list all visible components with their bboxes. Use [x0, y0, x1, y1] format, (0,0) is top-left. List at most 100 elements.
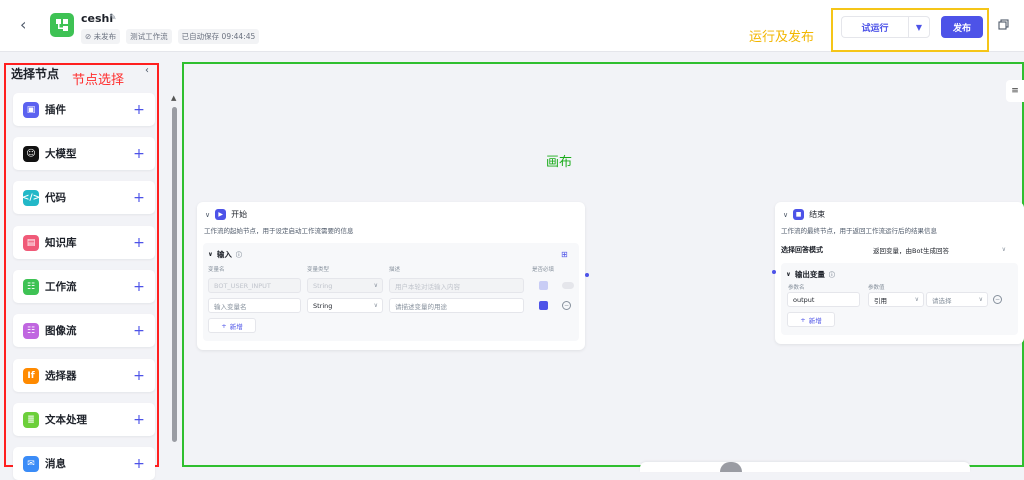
sidebar-item-plugin[interactable]: ▣ 插件 +: [13, 93, 155, 126]
sidebar-item-llm[interactable]: ☺ 大模型 +: [13, 137, 155, 170]
sidebar-item-label: 消息: [45, 458, 66, 470]
try-run-button[interactable]: 试运行: [841, 16, 908, 38]
param-ref-select[interactable]: 引用 ∨: [868, 292, 924, 307]
sidebar-item-imageflow[interactable]: ☷ 图像流 +: [13, 314, 155, 347]
publish-button[interactable]: 发布: [941, 16, 983, 38]
answer-mode-value: 返回变量，由Bot生成回答: [873, 246, 949, 255]
message-icon: ✉: [23, 455, 39, 472]
add-input-button[interactable]: + 新增: [208, 318, 256, 333]
required-checkbox: [539, 281, 548, 290]
add-variable-icon[interactable]: ⊞: [561, 250, 568, 259]
remove-icon[interactable]: −: [562, 301, 571, 310]
sidebar-item-workflow[interactable]: ☷ 工作流 +: [13, 270, 155, 303]
variable-name-input[interactable]: 输入变量名: [208, 298, 301, 313]
chevron-down-icon: ∨: [978, 296, 983, 303]
add-icon[interactable]: +: [129, 279, 149, 295]
sidebar-item-knowledge[interactable]: ▤ 知识库 +: [13, 226, 155, 259]
end-node-header: ∨ ■ 结束: [783, 209, 825, 220]
answer-mode-select[interactable]: 返回变量，由Bot生成回答 ∨: [868, 242, 1010, 257]
start-icon: ▶: [215, 209, 227, 220]
workflow-icon: [50, 13, 74, 37]
meta-row: ⊘ 未发布 测试工作流 已自动保存 09:44:45: [81, 29, 260, 44]
caret-down-icon: ▼: [915, 22, 923, 32]
input-panel-title: ∨ 输入 ⓘ: [208, 249, 242, 260]
output-port[interactable]: [585, 273, 589, 277]
variable-name-field: BOT_USER_INPUT: [208, 278, 301, 293]
sidebar-item-label: 文本处理: [45, 414, 87, 426]
autosave-status: 已自动保存 09:44:45: [177, 29, 260, 44]
variable-type-value: String: [313, 281, 333, 290]
add-icon[interactable]: +: [129, 102, 149, 118]
type-tag: 测试工作流: [126, 29, 172, 44]
end-icon: ■: [793, 209, 805, 220]
top-bar: ‹ ceshi ✎ ⊘ 未发布 测试工作流 已自动保存 09:44:45 运行及…: [0, 0, 1024, 52]
plus-icon: +: [221, 321, 227, 330]
chevron-down-icon: ∨: [1001, 246, 1006, 253]
col-header-type: 变量类型: [307, 267, 330, 273]
chevron-down-icon[interactable]: ∨: [208, 251, 213, 258]
copy-icon[interactable]: [998, 19, 1012, 33]
sidebar-item-label: 图像流: [45, 325, 77, 337]
chevron-left-icon[interactable]: ‹: [20, 14, 36, 36]
add-icon[interactable]: +: [129, 412, 149, 428]
col-header-name: 变量名: [208, 267, 225, 273]
variable-desc-field: 用户本轮对话输入内容: [389, 278, 524, 293]
try-run-dropdown[interactable]: ▼: [908, 16, 930, 38]
param-name-input[interactable]: output: [787, 292, 860, 307]
input-title: 输入: [216, 250, 232, 259]
col-header-param-value: 参数值: [868, 285, 885, 291]
variable-type-select[interactable]: String ∨: [307, 298, 383, 313]
add-icon[interactable]: +: [129, 190, 149, 206]
add-label: 新增: [229, 322, 243, 331]
info-icon: ⓘ: [235, 252, 242, 259]
sidebar-item-message[interactable]: ✉ 消息 +: [13, 447, 155, 480]
add-label: 新增: [808, 316, 822, 325]
col-header-param-name: 参数名: [788, 285, 805, 291]
col-header-required: 是否必填: [532, 267, 555, 273]
knowledge-icon: ▤: [23, 234, 39, 251]
input-port[interactable]: [772, 270, 776, 274]
sidebar-item-label: 代码: [45, 192, 66, 204]
sidebar-scrollbar[interactable]: [172, 107, 177, 442]
output-title: 输出变量: [794, 270, 825, 279]
chevron-down-icon[interactable]: ∨: [783, 211, 788, 219]
add-icon[interactable]: +: [129, 146, 149, 162]
sidebar-item-label: 选择器: [45, 370, 77, 382]
toggle-switch: [562, 282, 574, 289]
plugin-icon: ▣: [23, 101, 39, 118]
add-icon[interactable]: +: [129, 235, 149, 251]
workflow-icon: ☷: [23, 278, 39, 295]
add-icon[interactable]: +: [129, 323, 149, 339]
sidebar-item-label: 知识库: [45, 237, 77, 249]
sidebar-item-text-process[interactable]: ≣ 文本处理 +: [13, 403, 155, 436]
text-process-icon: ≣: [23, 411, 39, 428]
canvas-tool-icon[interactable]: ≡: [1006, 80, 1024, 102]
output-panel-title: ∨ 输出变量 ⓘ: [786, 269, 835, 280]
sidebar-item-selector[interactable]: If 选择器 +: [13, 359, 155, 392]
chevron-down-icon[interactable]: ∨: [786, 271, 791, 278]
variable-desc-input[interactable]: 请描述变量的用途: [389, 298, 524, 313]
add-icon[interactable]: +: [129, 368, 149, 384]
sidebar-item-label: 工作流: [45, 281, 77, 293]
llm-icon: ☺: [23, 145, 39, 162]
required-checkbox[interactable]: [539, 301, 548, 310]
variable-type-value: String: [313, 301, 333, 310]
scroll-up-icon[interactable]: ▲: [171, 94, 176, 102]
status-badge: ⊘ 未发布: [81, 29, 121, 44]
col-header-desc: 描述: [389, 267, 401, 273]
add-output-button[interactable]: + 新增: [787, 312, 835, 327]
info-icon: ⓘ: [828, 272, 835, 279]
remove-icon[interactable]: −: [993, 295, 1002, 304]
edit-icon[interactable]: ✎: [109, 13, 117, 23]
code-icon: </>: [22, 189, 40, 206]
start-node-header: ∨ ▶ 开始: [205, 209, 247, 220]
param-value-select[interactable]: 请选择 ∨: [926, 292, 988, 307]
answer-mode-label: 选择回答模式: [781, 246, 823, 254]
canvas-annotation: 画布: [546, 155, 573, 170]
add-icon[interactable]: +: [129, 456, 149, 472]
chevron-down-icon: ∨: [914, 296, 919, 303]
variable-type-select: String ∨: [307, 278, 383, 293]
sidebar-item-code[interactable]: </> 代码 +: [13, 181, 155, 214]
canvas-bottom-toolbar[interactable]: [640, 462, 970, 472]
chevron-down-icon[interactable]: ∨: [205, 211, 210, 219]
